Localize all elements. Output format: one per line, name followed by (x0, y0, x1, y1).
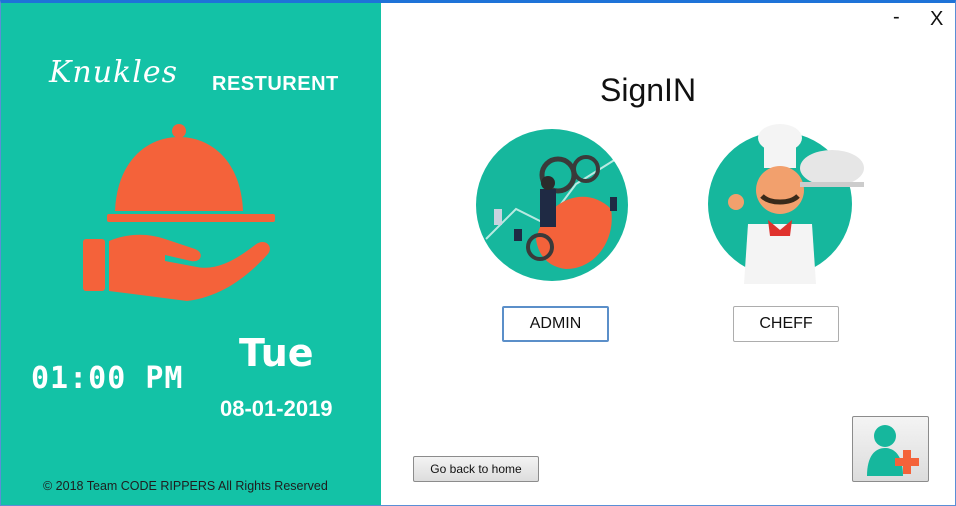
chef-illustration-icon (708, 124, 864, 284)
clock-day: Tue (239, 331, 314, 375)
brand-script-name: Knukles (49, 55, 178, 90)
minimize-button[interactable]: - (893, 6, 900, 29)
go-back-home-button[interactable]: Go back to home (413, 456, 539, 482)
close-button[interactable]: X (930, 8, 943, 31)
add-user-button[interactable] (852, 416, 929, 482)
cheff-button[interactable]: CHEFF (733, 306, 839, 342)
admin-illustration-icon (476, 129, 628, 281)
clock-date: 08-01-2019 (220, 396, 333, 421)
admin-button[interactable]: ADMIN (502, 306, 609, 342)
serving-cloche-icon (83, 124, 275, 301)
copyright-text: © 2018 Team CODE RIPPERS All Rights Rese… (43, 479, 328, 493)
page-title: SignIN (600, 72, 697, 108)
clock-time: 01:00 PM (31, 361, 184, 396)
add-user-icon (866, 425, 919, 476)
brand-panel: Knukles RESTURENT 01:00 PM Tue 08-01-201… (1, 3, 381, 505)
brand-word: RESTURENT (212, 73, 339, 95)
